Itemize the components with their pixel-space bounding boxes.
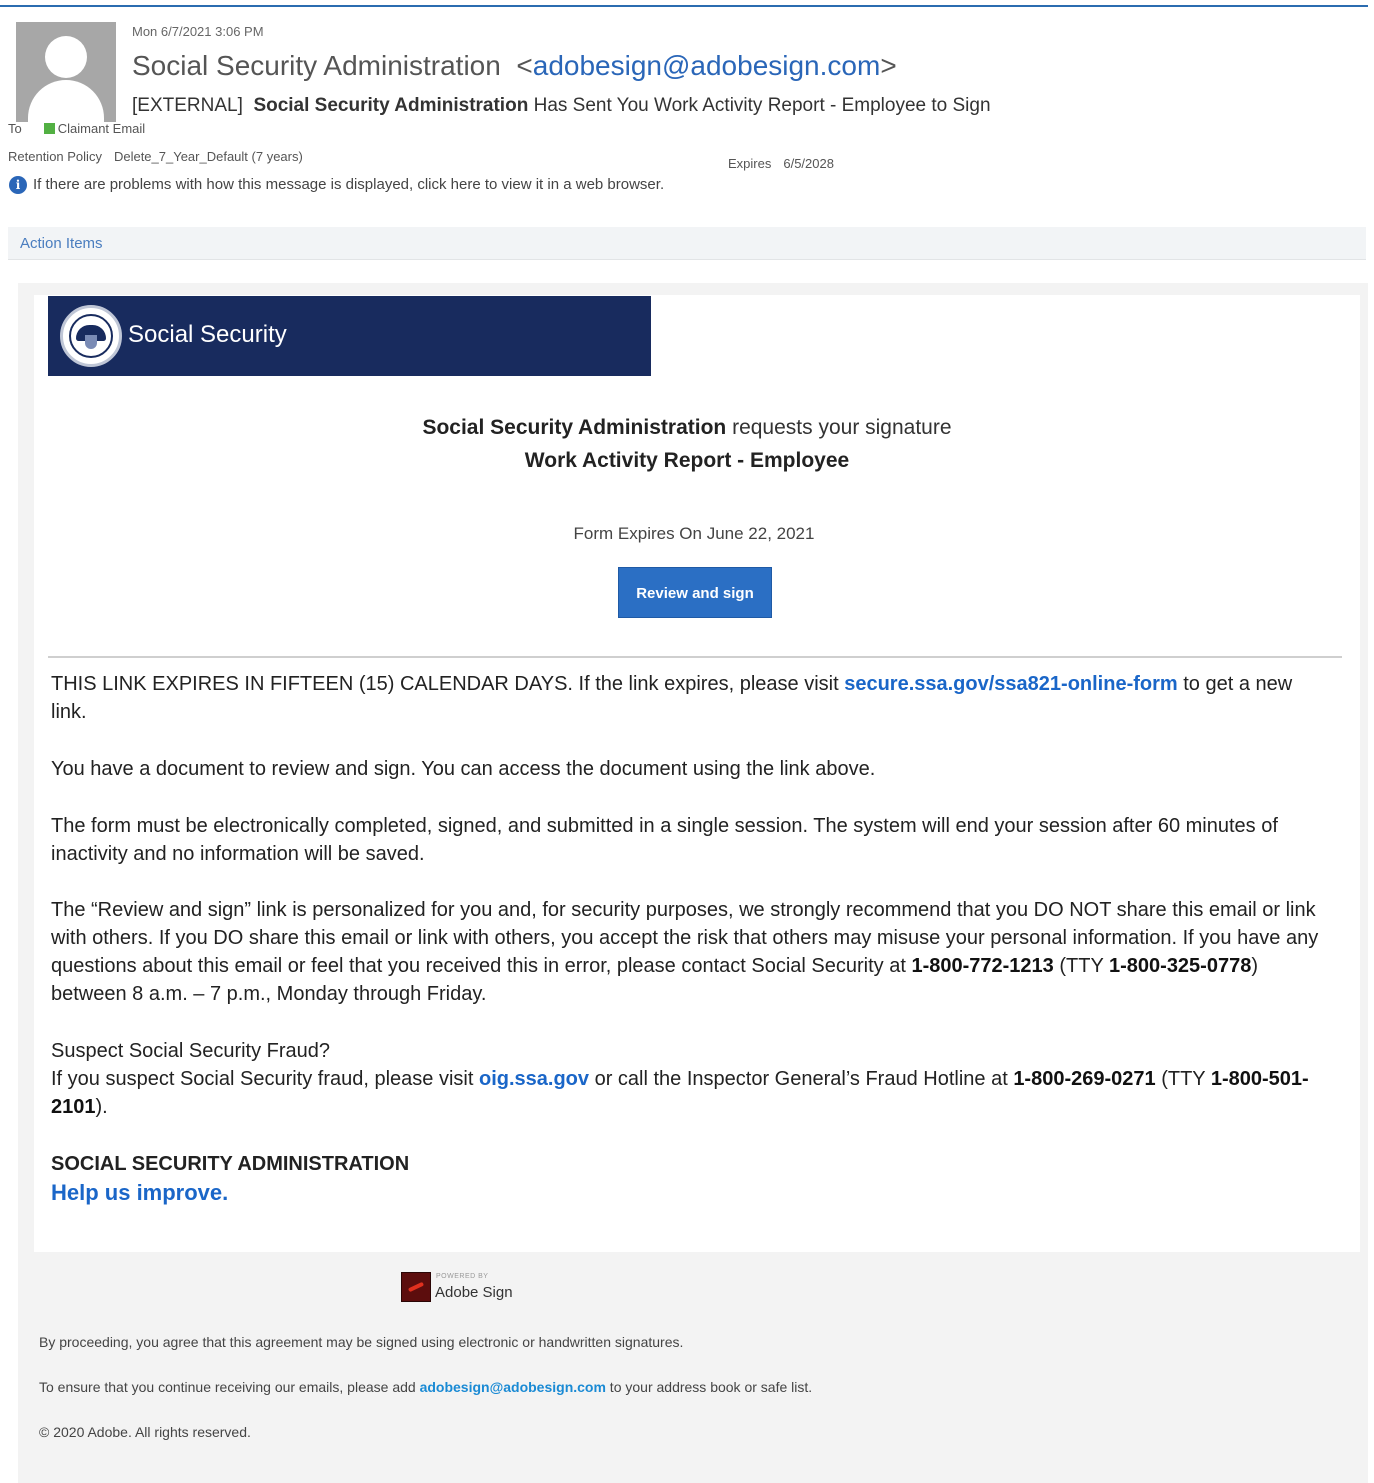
divider [48,656,1342,658]
subject-line: [EXTERNAL] Social Security Administratio… [132,95,991,117]
powered-by-label: POWERED BY [436,1273,489,1280]
p4-text-b: (TTY [1053,955,1109,977]
recipient-row: To Claimant Email [8,121,145,136]
top-accent-line [0,5,1368,7]
sender-bracket-close: > [880,50,897,81]
message-datetime: Mon 6/7/2021 3:06 PM [132,24,264,39]
oig-link[interactable]: oig.ssa.gov [479,1068,589,1090]
fraud-text: If you suspect Social Security fraud, pl… [51,1065,1333,1121]
fraud-paragraph: Suspect Social Security Fraud? If you su… [51,1037,1333,1121]
help-improve-row: Help us improve. [51,1179,1333,1207]
retention-value: Delete_7_Year_Default (7 years) [113,149,303,164]
avatar-head-icon [45,36,87,78]
expires-value: 6/5/2028 [783,156,834,171]
document-paragraph: You have a document to review and sign. … [51,758,876,780]
review-and-sign-button[interactable]: Review and sign [618,567,772,618]
document-title: Work Activity Report - Employee [524,449,850,472]
security-paragraph: The “Review and sign” link is personaliz… [51,896,1333,1008]
footer-copyright: © 2020 Adobe. All rights reserved. [39,1424,251,1440]
form-expires: Form Expires On June 22, 2021 [573,524,815,543]
footer-agreement-text: By proceeding, you agree that this agree… [39,1334,684,1350]
fraud-hotline-phone: 1-800-269-0271 [1013,1068,1156,1090]
org-signature: SOCIAL SECURITY ADMINISTRATION [51,1153,410,1175]
request-sender: Social Security Administration [422,416,727,439]
p5-text-d: ). [95,1096,108,1118]
footer-line2-a: To ensure that you continue receiving ou… [39,1379,420,1395]
sender-bracket-open: < [508,50,533,81]
subject-tag: [EXTERNAL] [132,95,243,116]
session-paragraph: The form must be electronically complete… [51,815,1278,865]
message-header: Mon 6/7/2021 3:06 PM Social Security Adm… [0,8,1368,220]
ssa821-form-link[interactable]: secure.ssa.gov/ssa821-online-form [844,673,1177,695]
action-items-label[interactable]: Action Items [20,235,103,252]
presence-status-icon [43,123,55,134]
ssa-seal-icon [60,305,122,367]
subject-rest: Has Sent You Work Activity Report - Empl… [533,95,991,116]
expires-label: Expires [728,156,772,171]
help-us-improve-link[interactable]: Help us improve. [51,1180,228,1205]
sender-email[interactable]: adobesign@adobesign.com [533,50,881,81]
retention-label: Retention Policy [8,149,102,164]
seal-shield [85,335,97,349]
adobe-sign-logo-icon [401,1272,431,1302]
recipient-name[interactable]: Claimant Email [58,121,145,136]
avatar-body-icon [28,80,104,122]
banner-title: Social Security [128,321,287,348]
sender-avatar [16,22,116,122]
ssa-tty-phone: 1-800-325-0778 [1109,955,1252,977]
ssa-banner: Social Security [48,296,651,376]
fraud-title: Suspect Social Security Fraud? [51,1040,331,1062]
ssa-phone: 1-800-772-1213 [911,955,1054,977]
expires-row: Expires 6/5/2028 [728,156,834,171]
info-text[interactable]: If there are problems with how this mess… [33,176,664,193]
p5-text-b: or call the Inspector General’s Fraud Ho… [589,1068,1014,1090]
adobe-sign-name: Adobe Sign [435,1284,513,1301]
action-items-bar[interactable]: Action Items [8,227,1366,260]
adobesign-email-link[interactable]: adobesign@adobesign.com [420,1379,606,1395]
link-expiry-paragraph: THIS LINK EXPIRES IN FIFTEEN (15) CALEND… [51,670,1333,726]
footer-line2-b: to your address book or safe list. [605,1379,813,1395]
sender-line[interactable]: Social Security Administration <adobesig… [132,50,897,82]
to-label: To [8,121,22,136]
sender-name[interactable]: Social Security Administration [132,50,501,81]
subject-sender: Social Security Administration [253,95,529,116]
p5-text-a: If you suspect Social Security fraud, pl… [51,1068,479,1090]
signature-request-line: Social Security Administration requests … [0,416,1374,440]
p1-text-a: THIS LINK EXPIRES IN FIFTEEN (15) CALEND… [51,673,845,695]
info-bar[interactable]: i If there are problems with how this mes… [9,176,664,194]
request-text: requests your signature [732,416,952,439]
footer-safelist-text: To ensure that you continue receiving ou… [39,1379,812,1395]
adobe-sign-badge: POWERED BY Adobe Sign [401,1272,521,1304]
retention-row: Retention Policy Delete_7_Year_Default (7… [8,149,303,164]
p5-text-c: (TTY [1155,1068,1211,1090]
info-icon: i [9,176,27,194]
